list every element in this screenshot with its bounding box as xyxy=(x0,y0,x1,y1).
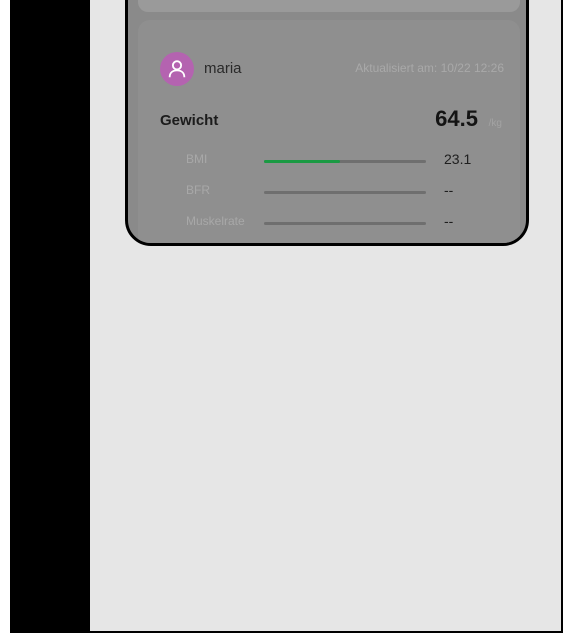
username: maria xyxy=(204,60,242,77)
updated-timestamp: Aktualisiert am: 10/22 12:26 xyxy=(355,61,504,75)
bfr-track xyxy=(264,191,426,194)
bmi-row: BMI 23.1 xyxy=(186,151,486,172)
muscle-value: -- xyxy=(444,213,454,229)
bmi-fill xyxy=(264,160,341,163)
screen: maria Aktualisiert am: 10/22 12:26 Gewic… xyxy=(0,0,565,635)
bmi-value: 23.1 xyxy=(444,151,472,167)
metric-value: 64.5 xyxy=(435,106,478,131)
phone-overlay: maria Aktualisiert am: 10/22 12:26 Gewic… xyxy=(125,0,529,246)
bmi-track xyxy=(264,160,426,163)
user-icon xyxy=(168,60,186,78)
bfr-label: BFR xyxy=(186,183,210,197)
avatar[interactable] xyxy=(160,52,194,86)
metric-label: Gewicht xyxy=(160,112,219,129)
muscle-label: Muskelrate xyxy=(186,214,245,228)
bfr-row: BFR -- xyxy=(186,182,486,203)
muscle-row: Muskelrate -- xyxy=(186,213,486,234)
left-black-bar xyxy=(10,0,90,633)
metric-unit: /kg xyxy=(488,118,502,129)
bmi-label: BMI xyxy=(186,152,208,166)
previous-card xyxy=(138,0,520,12)
muscle-track xyxy=(264,222,426,225)
weight-card[interactable]: maria Aktualisiert am: 10/22 12:26 Gewic… xyxy=(138,20,520,243)
bfr-value: -- xyxy=(444,182,454,198)
